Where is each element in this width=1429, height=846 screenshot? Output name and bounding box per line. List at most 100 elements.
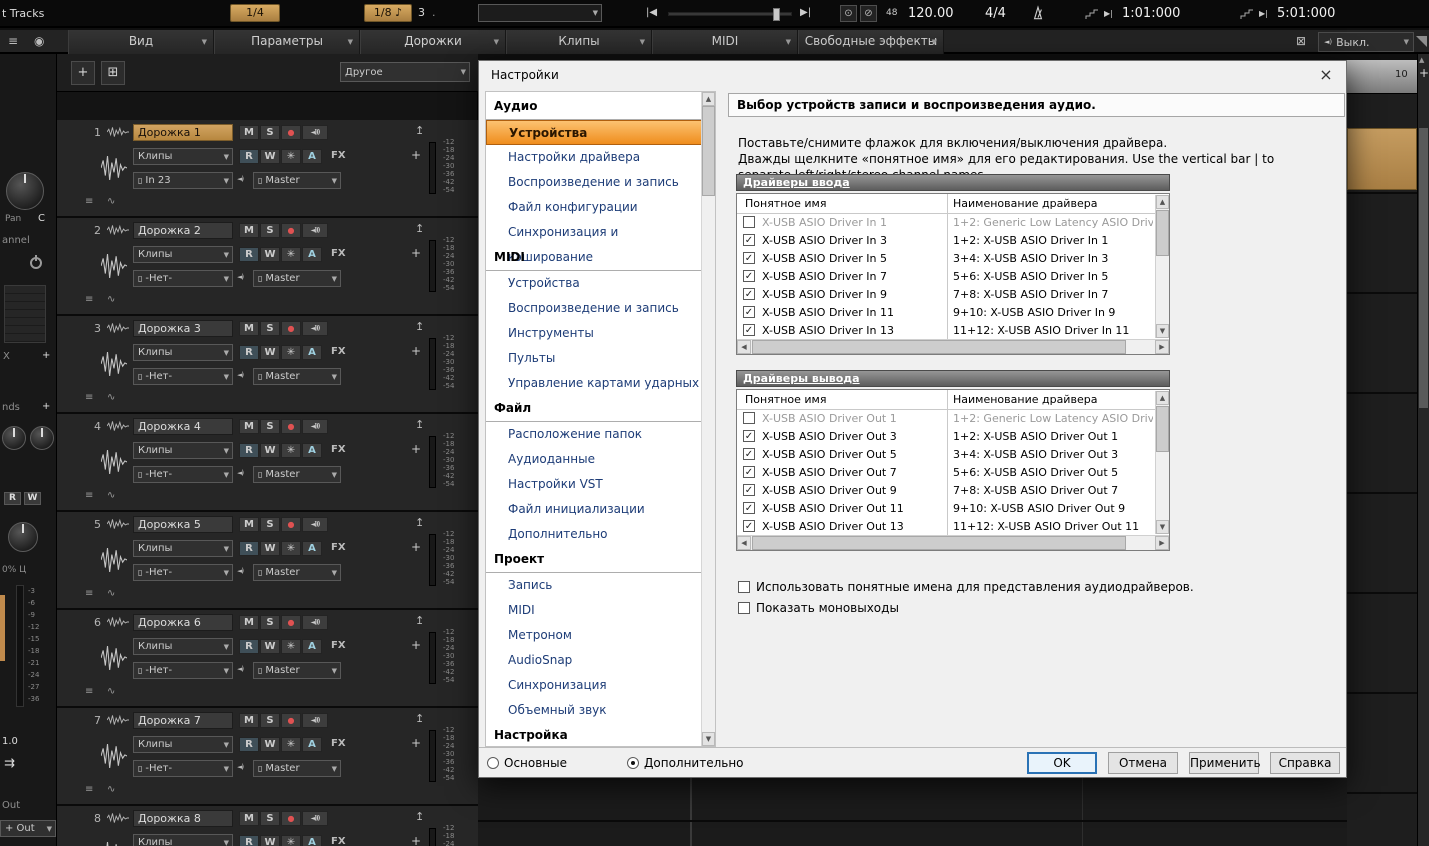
read-automation-button[interactable]: R	[239, 149, 259, 164]
power-icon[interactable]	[30, 257, 42, 269]
settings-nav-item[interactable]: Файл конфигурации	[486, 195, 702, 220]
track-name[interactable]: Дорожка 5	[133, 516, 233, 533]
input-echo-button[interactable]: ◄)))	[302, 125, 328, 140]
track-name[interactable]: Дорожка 7	[133, 712, 233, 729]
add-fx-icon[interactable]: +	[411, 834, 421, 846]
mute-button[interactable]: M	[239, 419, 259, 434]
track-name[interactable]: Дорожка 6	[133, 614, 233, 631]
envelope-icon[interactable]: ∿	[107, 294, 115, 305]
read-automation-button[interactable]: R	[239, 541, 259, 556]
input-dropdown[interactable]: ▯-Нет-▼	[133, 662, 233, 679]
output-dropdown[interactable]: ▯Master▼	[253, 172, 341, 189]
clips-area[interactable]	[478, 778, 1347, 846]
archive-button[interactable]: A	[302, 443, 322, 458]
lanes-icon[interactable]: ≡	[85, 588, 93, 599]
add-fx-icon[interactable]: +	[411, 540, 421, 554]
input-echo-button[interactable]: ◄)))	[302, 811, 328, 826]
fx-bypass-button[interactable]: ✳	[281, 737, 301, 752]
scrollbar-thumb[interactable]	[1156, 210, 1169, 256]
time-display-primary[interactable]: 1:01:000	[1122, 6, 1180, 21]
eject-icon[interactable]: ↥	[415, 222, 424, 235]
write-automation-button[interactable]: W	[260, 835, 280, 846]
menu-item[interactable]: Дорожки ▼	[360, 30, 506, 54]
driver-checkbox[interactable]: ✓	[743, 502, 755, 514]
output-monitor-dropdown[interactable]: ◄) Выкл. ▼	[1318, 32, 1414, 52]
matrix-icon[interactable]: ⊠	[1296, 34, 1306, 48]
clips-dropdown[interactable]: Клипы▼	[133, 638, 233, 655]
solo-button[interactable]: S	[260, 321, 280, 336]
menu-item[interactable]: Параметры ▼	[214, 30, 360, 54]
add-fx-icon[interactable]: +	[411, 344, 421, 358]
table-horizontal-scrollbar[interactable]: ◀ ▶	[737, 339, 1169, 354]
settings-nav-item[interactable]: AudioSnap	[486, 648, 702, 673]
lanes-icon[interactable]: ≡	[85, 490, 93, 501]
settings-nav-item[interactable]: Устройства	[486, 120, 702, 145]
clips-dropdown[interactable]: Клипы▼	[133, 834, 233, 846]
driver-row[interactable]: ✓ X-USB ASIO Driver Out 7 5+6: X-USB ASI…	[737, 464, 1156, 482]
archive-button[interactable]: A	[302, 345, 322, 360]
settings-nav-item[interactable]: Воспроизведение и запись	[486, 296, 702, 321]
solo-button[interactable]: S	[260, 517, 280, 532]
mono-outputs-checkbox[interactable]: Показать моновыходы	[738, 601, 899, 615]
goto-icon[interactable]: ▶|	[1259, 9, 1268, 18]
settings-nav-item[interactable]: Воспроизведение и запись	[486, 170, 702, 195]
fx-bypass-button[interactable]: ✳	[281, 541, 301, 556]
eject-icon[interactable]: ↥	[415, 124, 424, 137]
envelope-icon[interactable]: ∿	[107, 588, 115, 599]
lanes-icon[interactable]: ≡	[85, 196, 93, 207]
write-automation-button[interactable]: W	[260, 737, 280, 752]
driver-checkbox[interactable]: ✓	[743, 306, 755, 318]
driver-checkbox[interactable]: ✓	[743, 270, 755, 282]
envelope-icon[interactable]: ∿	[107, 686, 115, 697]
mute-button[interactable]: M	[239, 517, 259, 532]
envelope-icon[interactable]: ∿	[107, 392, 115, 403]
track-layout-button[interactable]: ⊞	[101, 61, 125, 85]
settings-nav-item[interactable]: Настройки драйвера	[486, 145, 702, 170]
menu-item[interactable]: Вид ▼	[68, 30, 214, 54]
checkbox-icon[interactable]	[738, 581, 750, 593]
input-echo-button[interactable]: ◄)))	[302, 321, 328, 336]
add-fx-icon[interactable]: +	[411, 246, 421, 260]
clips-dropdown[interactable]: Клипы▼	[133, 148, 233, 165]
cancel-button[interactable]: Отмена	[1108, 752, 1178, 774]
apply-button[interactable]: Применить	[1189, 752, 1259, 774]
write-automation-button[interactable]: W	[260, 149, 280, 164]
driver-row[interactable]: ✓ X-USB ASIO Driver In 9 7+8: X-USB ASIO…	[737, 286, 1156, 304]
corner-expand-icon[interactable]	[1416, 36, 1427, 47]
scroll-right-icon[interactable]: ▶	[1155, 536, 1169, 550]
step-record-off-icon[interactable]: ⊘	[860, 5, 877, 22]
snap-sub-resolution[interactable]: 1/8 ♪	[364, 4, 412, 22]
logo-icon[interactable]: ◉	[34, 34, 44, 48]
settings-nav-item[interactable]: Метроном	[486, 623, 702, 648]
write-automation-button[interactable]: W	[260, 541, 280, 556]
track-strip[interactable]: 2 Дорожка 2 M S ● ◄))) ↥ Клипы▼ R W ✳ A …	[57, 218, 478, 316]
table-vertical-scrollbar[interactable]: ▲ ▼	[1155, 391, 1169, 534]
fx-bypass-button[interactable]: ✳	[281, 443, 301, 458]
settings-nav-item[interactable]: Настройки VST	[486, 472, 702, 497]
driver-checkbox[interactable]	[743, 216, 755, 228]
driver-checkbox[interactable]: ✓	[743, 466, 755, 478]
record-arm-button[interactable]: ●	[281, 419, 301, 434]
record-arm-button[interactable]: ●	[281, 517, 301, 532]
eject-icon[interactable]: ↥	[415, 810, 424, 823]
solo-button[interactable]: S	[260, 713, 280, 728]
read-automation-button[interactable]: R	[239, 443, 259, 458]
time-display-secondary[interactable]: 5:01:000	[1277, 6, 1335, 21]
output-dropdown[interactable]: ▯Master▼	[253, 368, 341, 385]
friendly-names-checkbox[interactable]: Использовать понятные имена для представ…	[738, 580, 1194, 594]
record-arm-button[interactable]: ●	[281, 811, 301, 826]
track-name[interactable]: Дорожка 8	[133, 810, 233, 827]
input-dropdown[interactable]: ▯-Нет-▼	[133, 368, 233, 385]
settings-nav-item[interactable]: Пульты	[486, 346, 702, 371]
track-strip[interactable]: 6 Дорожка 6 M S ● ◄))) ↥ Клипы▼ R W ✳ A …	[57, 610, 478, 708]
fx-bypass-button[interactable]: ✳	[281, 345, 301, 360]
track-strip[interactable]: 3 Дорожка 3 M S ● ◄))) ↥ Клипы▼ R W ✳ A …	[57, 316, 478, 414]
driver-row[interactable]: ✓ X-USB ASIO Driver Out 3 1+2: X-USB ASI…	[737, 428, 1156, 446]
solo-button[interactable]: S	[260, 223, 280, 238]
nav-scrollbar[interactable]: ▲ ▼	[701, 92, 715, 746]
driver-row[interactable]: ✓ X-USB ASIO Driver In 5 3+4: X-USB ASIO…	[737, 250, 1156, 268]
record-arm-button[interactable]: ●	[281, 223, 301, 238]
lanes-icon[interactable]: ≡	[85, 392, 93, 403]
driver-row[interactable]: ✓ X-USB ASIO Driver Out 9 7+8: X-USB ASI…	[737, 482, 1156, 500]
eject-icon[interactable]: ↥	[415, 614, 424, 627]
